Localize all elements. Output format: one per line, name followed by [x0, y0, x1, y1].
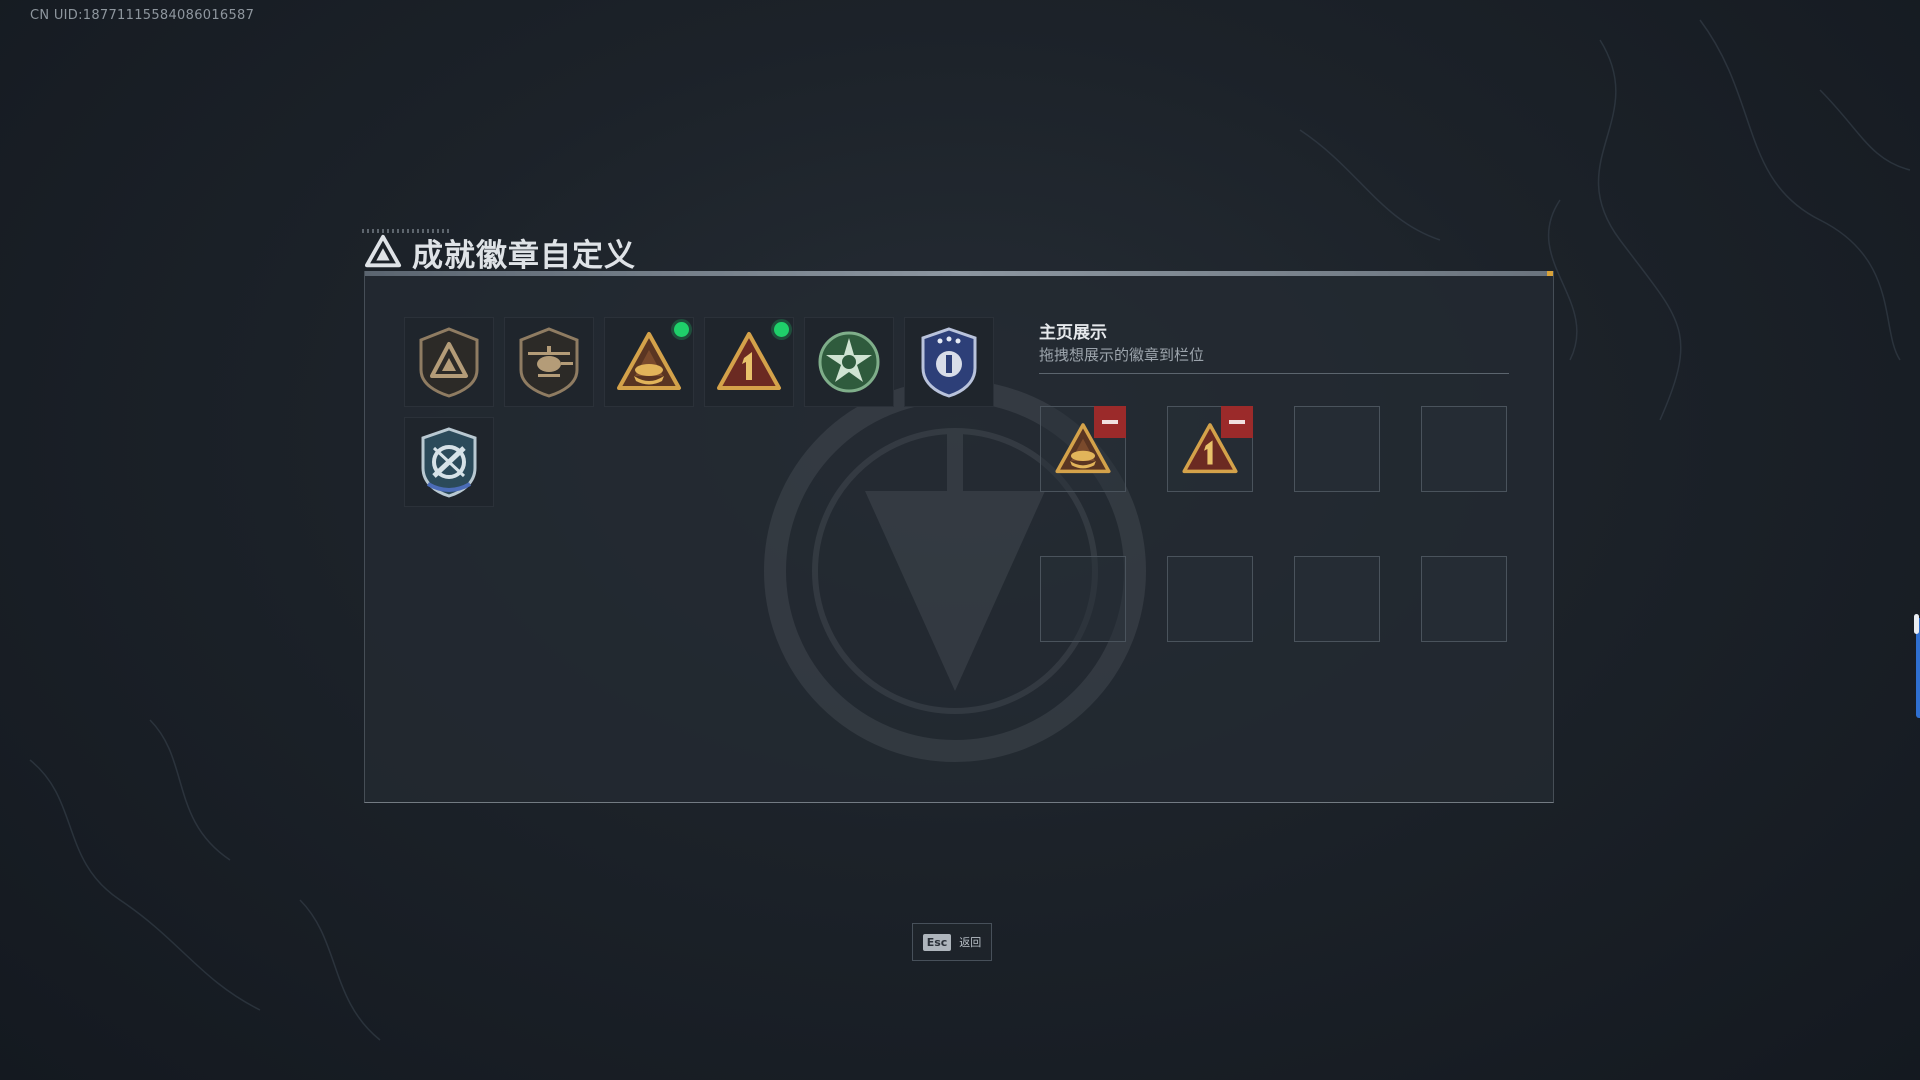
badge-tile[interactable]	[404, 317, 494, 407]
showcase-slot-empty[interactable]	[1040, 556, 1126, 642]
user-uid-label: CN UID:1877111558408601658​7	[30, 8, 255, 23]
badge-collection-grid	[404, 317, 1004, 507]
badge-tile[interactable]	[604, 317, 694, 407]
showcase-slot-empty[interactable]	[1294, 556, 1380, 642]
showcase-slot-empty[interactable]	[1421, 406, 1507, 492]
showcase-slot-empty[interactable]	[1294, 406, 1380, 492]
showcase-slot-filled[interactable]	[1167, 406, 1253, 492]
gold-triangle-number-one-badge-icon	[717, 332, 781, 390]
badge-tile[interactable]	[504, 317, 594, 407]
panel-top-bar	[365, 271, 1553, 276]
showcase-title: 主页展示	[1039, 323, 1107, 343]
badge-tile[interactable]	[404, 417, 494, 507]
page-title: 成就徽章自定义	[412, 237, 636, 274]
new-badge-indicator	[774, 322, 789, 337]
gold-triangle-boat-badge-icon	[617, 332, 681, 390]
showcase-slot-grid	[1040, 406, 1507, 642]
badge-tile[interactable]	[904, 317, 994, 407]
badge-customize-panel: 主页展示 拖拽想展示的徽章到栏位	[364, 271, 1554, 803]
showcase-slot-filled[interactable]	[1040, 406, 1126, 492]
showcase-slot-empty[interactable]	[1421, 556, 1507, 642]
blue-shield-stars-badge-icon	[921, 327, 977, 398]
helicopter-shield-badge-icon	[519, 327, 579, 398]
bronze-triangle-shield-badge-icon	[419, 327, 479, 398]
triangle-emblem-icon	[364, 234, 402, 268]
esc-key-hint: Esc	[922, 933, 952, 951]
new-badge-indicator	[674, 322, 689, 337]
green-star-skull-badge-icon	[818, 331, 880, 393]
minus-icon	[1102, 420, 1118, 424]
back-label: 返回	[959, 936, 982, 949]
remove-badge-button[interactable]	[1221, 406, 1253, 438]
badge-tile[interactable]	[704, 317, 794, 407]
showcase-subtitle: 拖拽想展示的徽章到栏位	[1039, 346, 1205, 364]
showcase-divider	[1039, 373, 1509, 374]
dialog-header: 成就徽章自定义	[364, 232, 636, 274]
badge-tile[interactable]	[804, 317, 894, 407]
minus-icon	[1229, 420, 1245, 424]
remove-badge-button[interactable]	[1094, 406, 1126, 438]
teal-shield-crossed-badge-icon	[421, 427, 477, 498]
side-edge-tab[interactable]	[1914, 614, 1920, 718]
showcase-slot-empty[interactable]	[1167, 556, 1253, 642]
back-button[interactable]: Esc 返回	[912, 923, 992, 961]
